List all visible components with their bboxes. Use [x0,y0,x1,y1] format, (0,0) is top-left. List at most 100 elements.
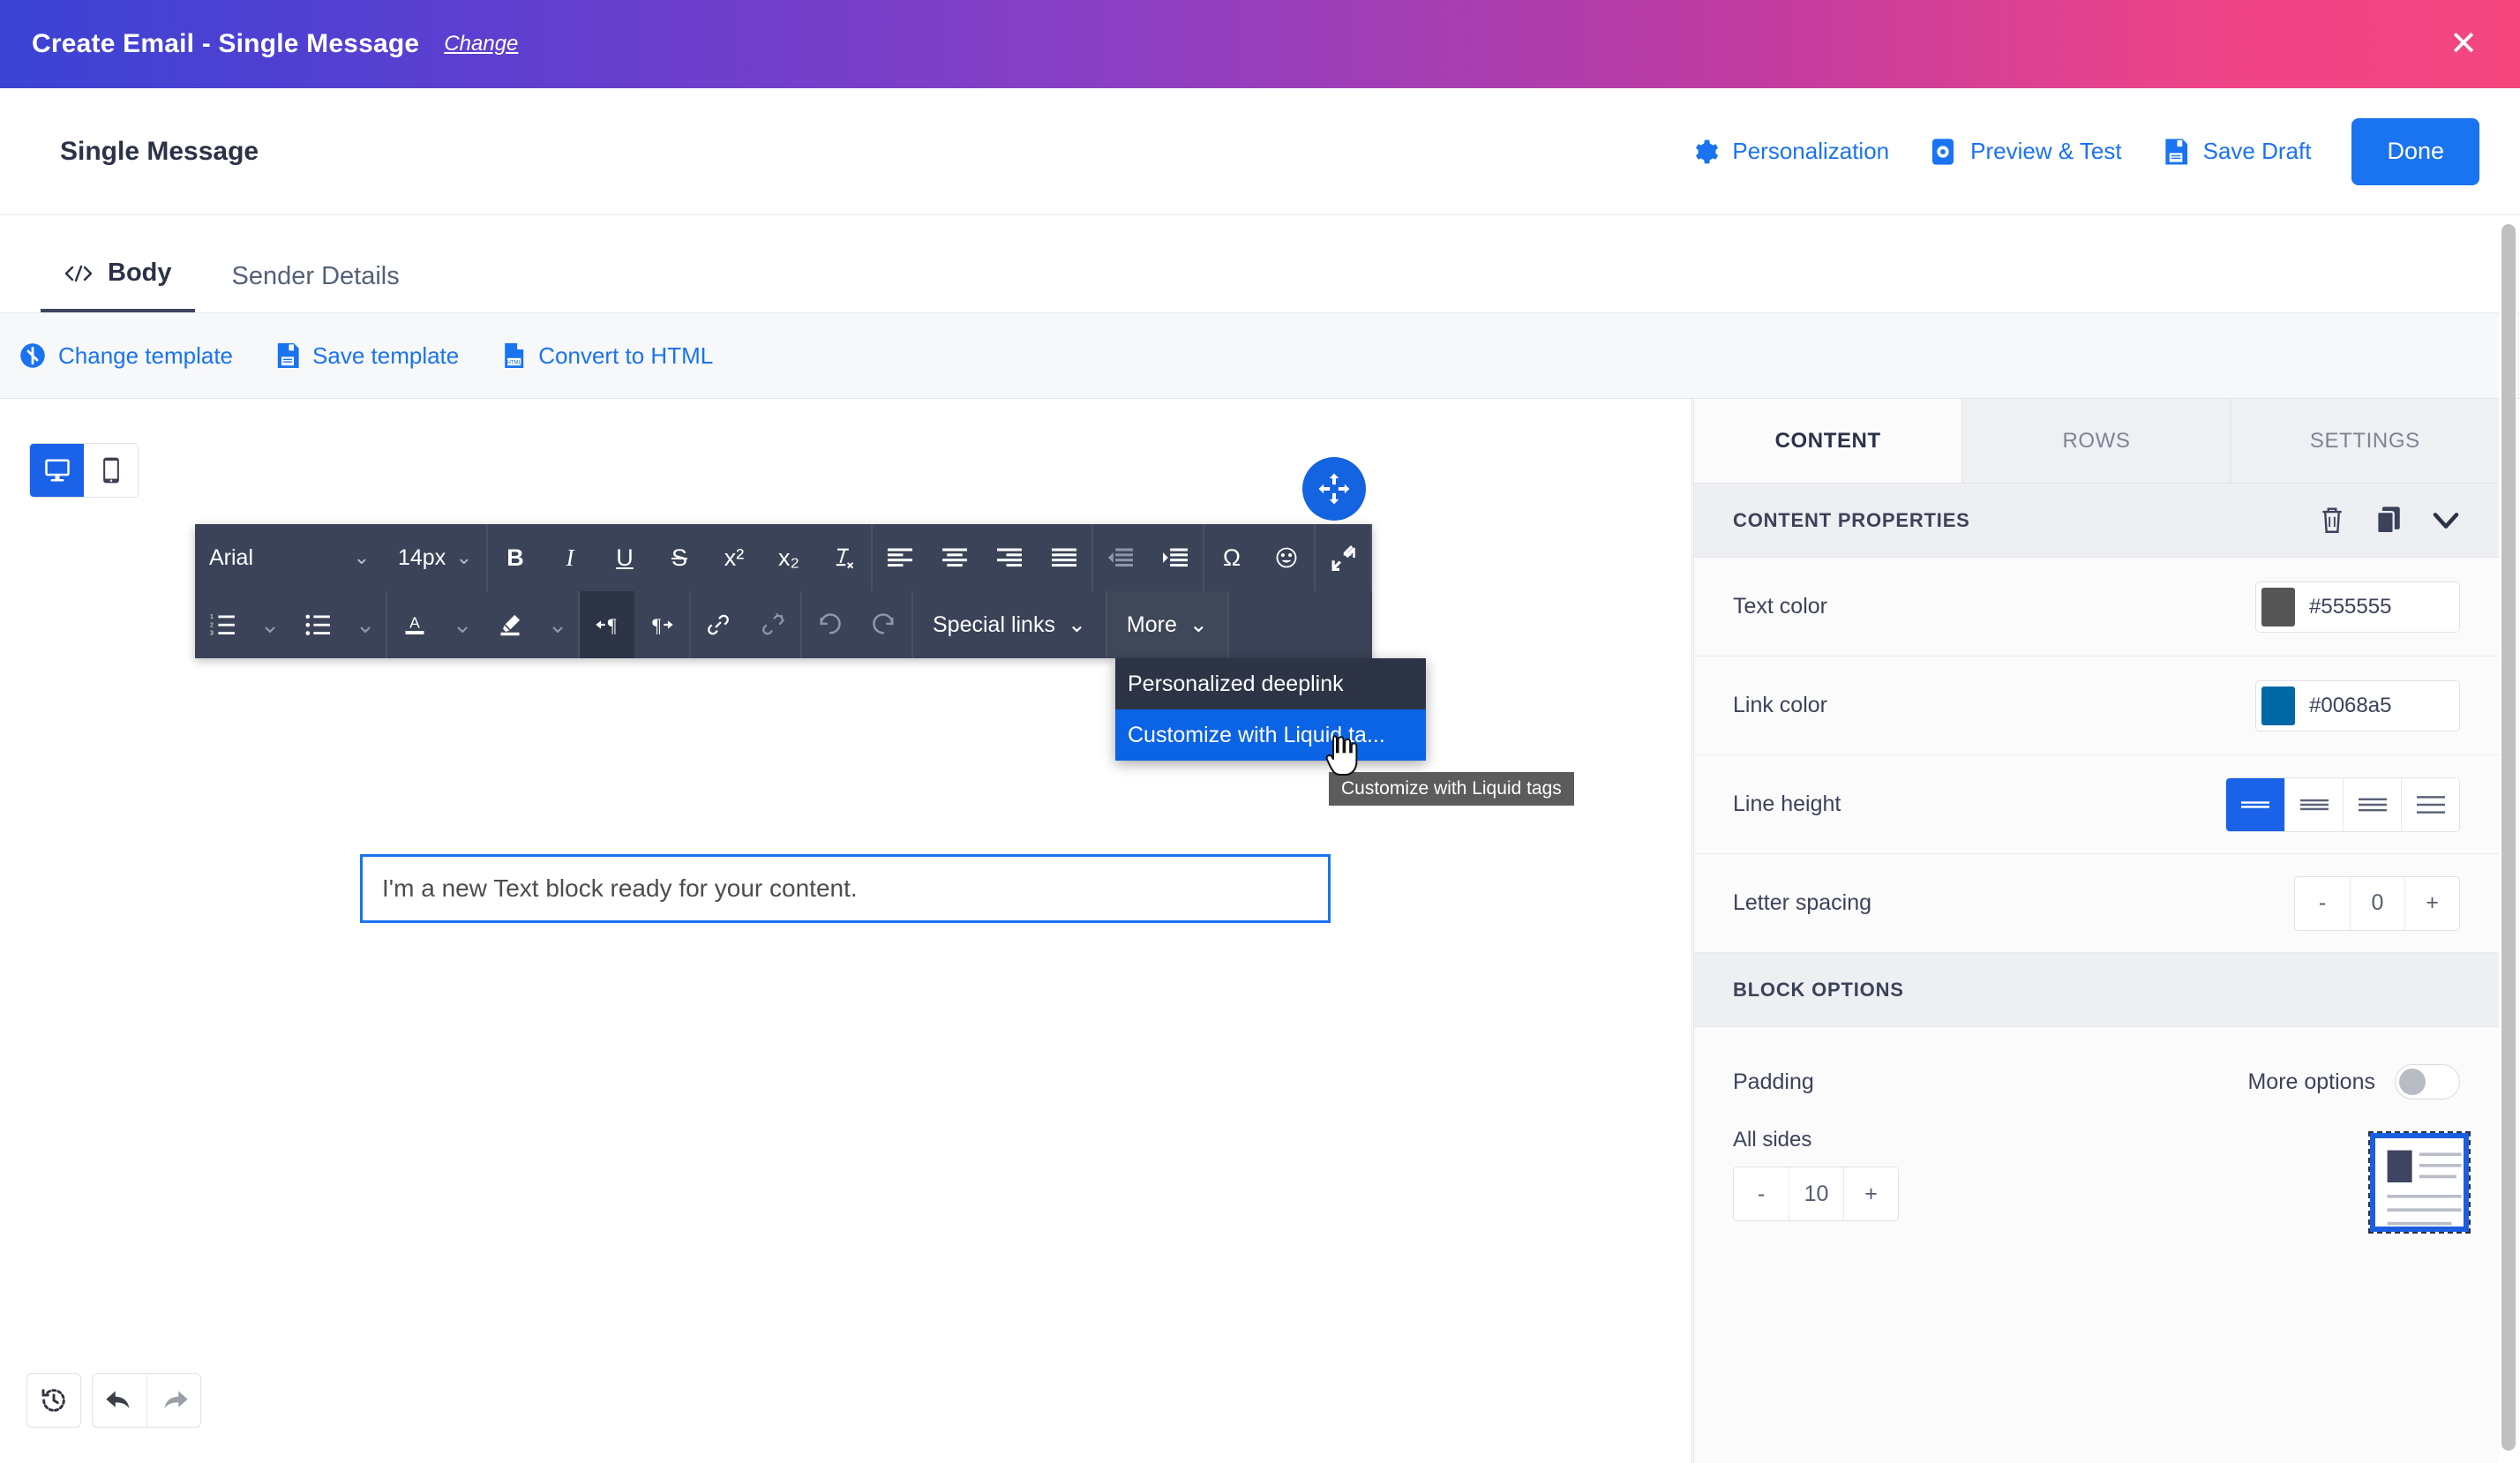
emoji-button[interactable] [1259,524,1314,591]
block-drag-handle[interactable] [1302,457,1366,521]
special-links-dropdown[interactable]: Special links ⌄ [913,591,1106,658]
outdent-button[interactable] [1093,524,1148,591]
preview-device-icon [1928,137,1958,167]
underline-button[interactable]: U [597,524,652,591]
font-size-value: 14px [398,544,446,570]
underline-glyph: U [616,544,634,571]
redo-button[interactable] [857,591,911,658]
letter-spacing-value[interactable]: 0 [2350,876,2404,930]
rte-font-group: Arial ⌄ 14px ⌄ [195,524,488,591]
italic-button[interactable]: I [543,524,597,591]
trash-icon[interactable] [2319,506,2345,536]
preview-test-button[interactable]: Preview & Test [1909,137,2141,167]
desktop-view-button[interactable] [30,444,84,497]
personalization-button[interactable]: Personalization [1670,137,1909,167]
more-options-toggle[interactable] [2395,1064,2460,1099]
convert-to-html-button[interactable]: HTML Convert to HTML [501,341,713,370]
superscript-button[interactable]: x² [707,524,761,591]
svg-text:A: A [409,614,420,632]
text-color-button[interactable]: A [387,591,442,658]
indent-button[interactable] [1148,524,1203,591]
done-button[interactable]: Done [2351,117,2479,185]
remove-format-button[interactable] [816,524,871,591]
link-color-picker[interactable]: #0068a5 [2255,679,2460,732]
change-template-button[interactable]: Change template [19,342,233,370]
padding-decrease-button[interactable]: - [1734,1167,1789,1220]
rte-row-2: 1 2 3 ⌄ ⌄ A ⌄ ⌄ ¶ ¶ Special links ⌄ More… [195,591,1372,658]
bold-button[interactable]: B [488,524,543,591]
align-justify-button[interactable] [1037,524,1091,591]
padding-label: Padding [1733,1069,1814,1094]
align-left-button[interactable] [873,524,927,591]
change-link[interactable]: Change [444,32,518,56]
block-options-title: BLOCK OPTIONS [1733,978,1904,1001]
block-options-header: BLOCK OPTIONS [1694,953,2499,1027]
superscript-glyph: x² [724,544,745,571]
chevron-down-icon: ⌄ [1067,612,1086,637]
close-icon[interactable]: ✕ [2449,27,2478,61]
special-character-button[interactable]: Ω [1204,524,1259,591]
line-height-normal-button[interactable] [2284,777,2343,831]
tab-sender-details[interactable]: Sender Details [209,262,423,312]
letter-spacing-decrease-button[interactable]: - [2295,877,2350,930]
text-color-picker[interactable]: #555555 [2255,581,2460,633]
highlight-color-button[interactable] [483,591,537,658]
unordered-list-button[interactable] [290,591,345,658]
svg-text:1: 1 [210,614,214,620]
text-color-options[interactable]: ⌄ [442,591,483,658]
redo-button[interactable] [146,1374,200,1427]
scrollbar-thumb[interactable] [2501,224,2516,1451]
padding-value[interactable]: 10 [1789,1167,1843,1220]
align-center-button[interactable] [927,524,982,591]
line-height-loose-button[interactable] [2343,777,2401,831]
line-height-extra-loose-button[interactable] [2401,777,2459,831]
page-scrollbar[interactable] [2499,219,2516,1458]
menu-item-customize-liquid-tags[interactable]: Customize with Liquid ta... [1115,709,1426,761]
more-dropdown[interactable]: More ⌄ [1106,591,1227,658]
unlink-button[interactable] [746,591,800,658]
font-size-select[interactable]: 14px ⌄ [384,524,486,591]
tab-content[interactable]: CONTENT [1694,399,1962,483]
ltr-direction-button[interactable]: ¶ [580,591,634,658]
chevron-down-icon[interactable] [2432,510,2460,531]
ordered-list-button[interactable]: 1 2 3 [195,591,250,658]
align-right-button[interactable] [982,524,1037,591]
tab-settings[interactable]: SETTINGS [2230,399,2499,483]
subscript-button[interactable]: x₂ [761,524,816,591]
menu-item-personalized-deeplink[interactable]: Personalized deeplink [1115,658,1426,709]
insert-link-button[interactable] [691,591,746,658]
collapse-toolbar-button[interactable] [1316,524,1370,591]
mobile-view-button[interactable] [84,444,138,497]
text-block-content[interactable]: I'm a new Text block ready for your cont… [382,874,858,903]
code-icon [64,263,94,284]
line-height-control [2225,777,2460,832]
save-template-button[interactable]: Save template [275,341,459,370]
device-preview-toggle [29,443,139,498]
ordered-list-options[interactable]: ⌄ [250,591,290,658]
undo-button[interactable] [802,591,857,658]
highlight-color-options[interactable]: ⌄ [537,591,578,658]
letter-spacing-control: - 0 + [2294,875,2460,931]
letter-spacing-increase-button[interactable]: + [2404,876,2459,930]
rtl-direction-button[interactable]: ¶ [634,591,689,658]
history-button[interactable] [26,1373,81,1428]
padding-increase-button[interactable]: + [1843,1167,1898,1220]
block-layout-thumbnail[interactable] [2368,1131,2471,1234]
undo-button[interactable] [93,1374,146,1427]
line-height-tight-button[interactable] [2226,777,2284,831]
undo-arrow-icon [105,1387,135,1414]
text-color-control: #555555 [2255,581,2460,633]
font-family-select[interactable]: Arial ⌄ [195,524,384,591]
text-block[interactable]: I'm a new Text block ready for your cont… [360,854,1331,923]
undo-redo-group [92,1373,201,1428]
duplicate-icon[interactable] [2375,506,2402,536]
strikethrough-button[interactable]: S [652,524,707,591]
letter-spacing-stepper: - 0 + [2294,875,2460,931]
text-color-label: Text color [1733,594,1827,619]
content-properties-title: CONTENT PROPERTIES [1733,508,1970,531]
unordered-list-options[interactable]: ⌄ [345,591,386,658]
personalization-label: Personalization [1732,138,1890,164]
tab-rows[interactable]: ROWS [1961,399,2231,483]
tab-body[interactable]: Body [41,259,195,312]
save-draft-button[interactable]: Save Draft [2141,137,2331,167]
